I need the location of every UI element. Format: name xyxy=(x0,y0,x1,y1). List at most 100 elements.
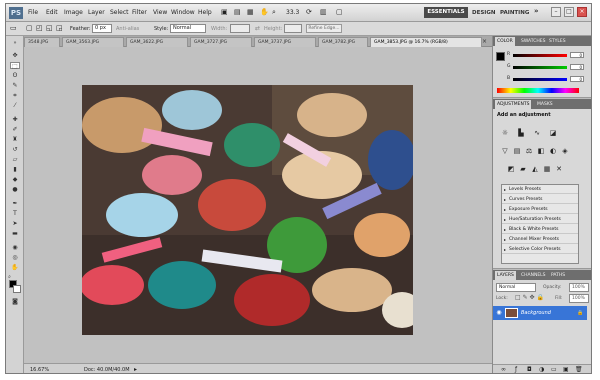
invert-icon[interactable]: ◩ xyxy=(507,165,515,173)
preset-curves[interactable]: Curves Presets xyxy=(502,196,578,204)
healing-brush-tool-icon[interactable]: ✚ xyxy=(10,116,20,123)
blur-tool-icon[interactable]: ◆ xyxy=(10,176,20,183)
new-adjustment-layer-icon[interactable]: ◑ xyxy=(539,366,544,373)
menu-filter[interactable]: Filter xyxy=(132,8,147,17)
photo-filter-icon[interactable]: ◐ xyxy=(549,147,557,155)
marquee-tool-icon[interactable]: ⬚ xyxy=(10,62,20,70)
intersect-selection-icon[interactable]: ◲ xyxy=(56,24,63,32)
channel-b-slider[interactable] xyxy=(513,78,567,81)
path-selection-tool-icon[interactable]: ➤ xyxy=(10,220,20,227)
background-color-swatch[interactable] xyxy=(13,285,21,293)
hand-tool-icon[interactable]: ✋ xyxy=(10,264,20,271)
black-white-icon[interactable]: ◧ xyxy=(537,147,545,155)
quick-mask-icon[interactable]: ◙ xyxy=(10,298,20,305)
tab-gam-3727[interactable]: GAM_3727.JPG xyxy=(190,37,252,47)
tab-channels[interactable]: CHANNELS xyxy=(519,271,548,280)
tab-layers[interactable]: LAYERS xyxy=(495,271,516,280)
close-tab-icon[interactable]: × xyxy=(482,37,487,46)
lock-pixels-icon[interactable]: □ ✎ ✥ 🔒 xyxy=(515,294,544,302)
preset-selective-color[interactable]: Selective Color Presets xyxy=(502,246,578,254)
zoom-percentage[interactable]: 16.67% xyxy=(30,366,49,373)
menu-file[interactable]: File xyxy=(28,8,38,17)
channel-r-value[interactable]: 0 xyxy=(570,52,584,58)
collapse-tools-icon[interactable]: » xyxy=(10,40,20,47)
delete-layer-icon[interactable]: 🗑 xyxy=(575,366,583,373)
extras-icon[interactable]: ▦ xyxy=(247,8,254,17)
swap-dimensions-icon[interactable]: ⇄ xyxy=(255,25,260,33)
new-selection-icon[interactable]: ▢ xyxy=(26,24,33,32)
threshold-icon[interactable]: ◭ xyxy=(531,165,539,173)
feather-input[interactable]: 0 px xyxy=(92,24,112,33)
marquee-tool-preset-icon[interactable]: ▭ xyxy=(10,24,17,32)
eraser-tool-icon[interactable]: ▱ xyxy=(10,156,20,163)
curves-icon[interactable]: ∿ xyxy=(533,129,541,137)
preset-levels[interactable]: Levels Presets xyxy=(502,186,578,194)
rotate-view-icon[interactable]: ⟳ xyxy=(306,8,312,17)
workspace-more-icon[interactable]: » xyxy=(534,7,539,15)
type-tool-icon[interactable]: T xyxy=(10,210,20,217)
workspace-painting-link[interactable]: PAINTING xyxy=(500,9,529,17)
add-mask-icon[interactable]: ◘ xyxy=(527,366,532,373)
channel-mixer-icon[interactable]: ◈ xyxy=(561,147,569,155)
screen-mode-icon[interactable]: ▢ xyxy=(336,8,343,17)
zoom-level[interactable]: 33.3 xyxy=(286,8,299,17)
close-button[interactable]: × xyxy=(577,7,587,17)
fill-input[interactable]: 100% xyxy=(569,294,589,303)
preset-channel-mixer[interactable]: Channel Mixer Presets xyxy=(502,236,578,244)
status-menu-icon[interactable]: ▸ xyxy=(134,366,137,373)
brush-tool-icon[interactable]: ✐ xyxy=(10,126,20,133)
layer-style-icon[interactable]: ƒ xyxy=(515,366,517,373)
style-select[interactable]: Normal xyxy=(170,24,206,33)
eyedropper-tool-icon[interactable]: ⁄ xyxy=(10,102,20,109)
channel-b-value[interactable]: 0 xyxy=(570,76,584,82)
selective-color-icon[interactable]: ✕ xyxy=(555,165,563,173)
3d-rotate-tool-icon[interactable]: ◉ xyxy=(10,244,20,251)
menu-layer[interactable]: Layer xyxy=(88,8,105,17)
color-balance-icon[interactable]: ⚖ xyxy=(525,147,533,155)
new-layer-icon[interactable]: ▣ xyxy=(563,366,569,373)
crop-tool-icon[interactable]: ⌗ xyxy=(10,92,20,99)
minimize-button[interactable]: – xyxy=(551,7,561,17)
levels-icon[interactable]: ▙ xyxy=(517,129,525,137)
preset-black-white[interactable]: Black & White Presets xyxy=(502,226,578,234)
channel-r-slider[interactable] xyxy=(513,54,567,57)
restore-button[interactable]: □ xyxy=(564,7,574,17)
gradient-map-icon[interactable]: ▦ xyxy=(543,165,551,173)
opacity-input[interactable]: 100% xyxy=(569,283,589,292)
menu-select[interactable]: Select xyxy=(110,8,129,17)
shape-tool-icon[interactable]: ▬ xyxy=(10,230,20,237)
color-foreground-swatch[interactable] xyxy=(496,52,505,61)
tab-styles[interactable]: STYLES xyxy=(547,37,568,46)
workspace-design-link[interactable]: DESIGN xyxy=(472,9,495,17)
tab-gam-3563[interactable]: GAM_3563.JPG xyxy=(62,37,124,47)
width-input[interactable] xyxy=(230,24,250,33)
tab-adjustments[interactable]: ADJUSTMENTS xyxy=(495,100,532,109)
exposure-icon[interactable]: ◪ xyxy=(549,129,557,137)
posterize-icon[interactable]: ▰ xyxy=(519,165,527,173)
quick-selection-tool-icon[interactable]: ✎ xyxy=(10,82,20,89)
zoom-tool-icon[interactable]: ⌕ xyxy=(272,8,276,17)
refine-edge-button[interactable]: Refine Edge... xyxy=(306,24,342,33)
menu-window[interactable]: Window xyxy=(171,8,195,17)
preset-exposure[interactable]: Exposure Presets xyxy=(502,206,578,214)
new-group-icon[interactable]: ▭ xyxy=(551,366,557,373)
history-brush-tool-icon[interactable]: ↺ xyxy=(10,146,20,153)
arrange-documents-icon[interactable]: ▥ xyxy=(320,8,327,17)
tab-gam-3782[interactable]: GAM_3782.JPG xyxy=(318,37,368,47)
tab-masks[interactable]: MASKS xyxy=(535,100,555,109)
vibrance-icon[interactable]: ▽ xyxy=(501,147,509,155)
tab-color[interactable]: COLOR xyxy=(495,37,515,46)
hue-saturation-icon[interactable]: ▤ xyxy=(513,147,521,155)
layer-row-background[interactable]: ◉ Background 🔒 xyxy=(493,306,587,320)
menu-view[interactable]: View xyxy=(153,8,167,17)
tab-3548[interactable]: 3548.JPG xyxy=(24,37,60,47)
document-size[interactable]: Doc: 40.0M/40.0M xyxy=(84,366,130,373)
move-tool-icon[interactable]: ✥ xyxy=(10,52,20,59)
height-input[interactable] xyxy=(284,24,302,33)
channel-g-value[interactable]: 0 xyxy=(570,64,584,70)
channel-g-slider[interactable] xyxy=(513,66,567,69)
preset-hue-saturation[interactable]: Hue/Saturation Presets xyxy=(502,216,578,224)
lasso-tool-icon[interactable]: ʘ xyxy=(10,72,20,79)
tab-gam-3737[interactable]: GAM_3737.JPG xyxy=(254,37,316,47)
blend-mode-select[interactable]: Normal xyxy=(496,283,536,292)
